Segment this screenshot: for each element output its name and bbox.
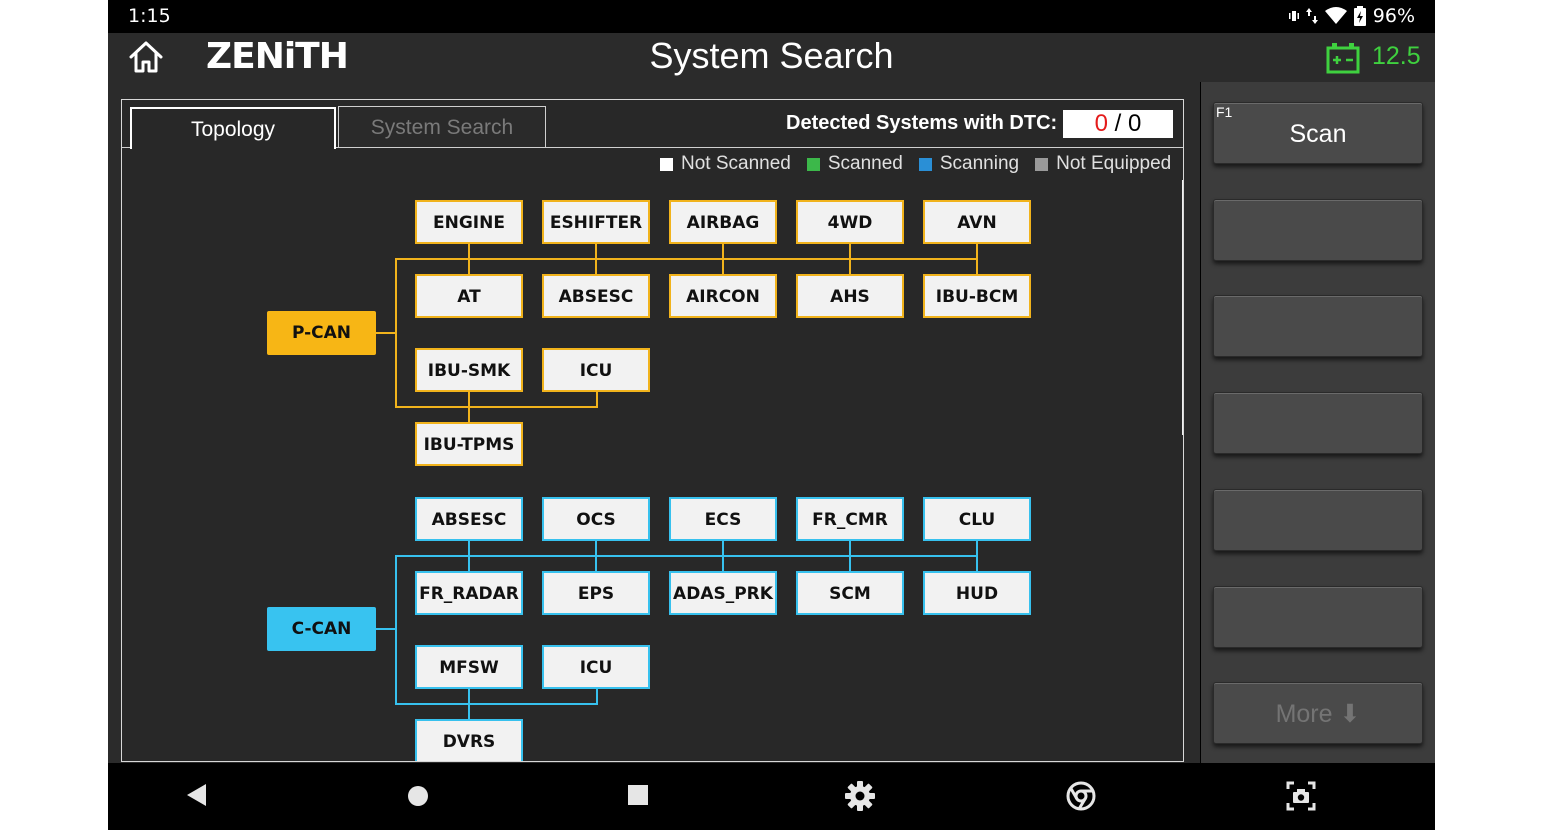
dtc-separator: / bbox=[1114, 110, 1122, 137]
ccan-icu-drop bbox=[596, 687, 598, 705]
pcan-col3-drop bbox=[722, 242, 724, 274]
pcan-col4-drop bbox=[849, 242, 851, 274]
module-absesc-ccan[interactable]: ABSESC bbox=[415, 497, 523, 541]
home-nav-icon[interactable] bbox=[406, 781, 430, 809]
scan-button[interactable]: F1 Scan bbox=[1213, 102, 1423, 164]
module-icu-pcan[interactable]: ICU bbox=[542, 348, 650, 392]
vibrate-icon bbox=[1288, 11, 1299, 21]
function-button-4[interactable] bbox=[1213, 392, 1423, 454]
topology-panel: Topology System Search Detected Systems … bbox=[121, 99, 1184, 762]
legend-label-scanning: Scanning bbox=[939, 153, 1020, 174]
legend-label-not-scanned: Not Scanned bbox=[681, 153, 791, 174]
function-button-5[interactable] bbox=[1213, 489, 1423, 551]
module-eshifter[interactable]: ESHIFTER bbox=[542, 200, 650, 244]
data-arrows-icon bbox=[1305, 8, 1318, 24]
back-icon[interactable] bbox=[184, 781, 208, 809]
function-button-3[interactable] bbox=[1213, 295, 1423, 357]
module-airbag[interactable]: AIRBAG bbox=[669, 200, 777, 244]
bus-pcan[interactable]: P-CAN bbox=[267, 311, 376, 355]
module-absesc-pcan[interactable]: ABSESC bbox=[542, 274, 650, 318]
pcan-tpms-drop bbox=[468, 390, 470, 422]
legend-label-scanned: Scanned bbox=[827, 153, 903, 174]
tab-active-gap bbox=[132, 146, 334, 149]
more-button[interactable]: More ⬇ bbox=[1213, 682, 1423, 744]
module-ecs[interactable]: ECS bbox=[669, 497, 777, 541]
battery-status-icon bbox=[1353, 6, 1366, 26]
device-screen: 1:15 96% ZENiTH System Search 12.5 Topol… bbox=[108, 0, 1435, 830]
tab-topology[interactable]: Topology bbox=[130, 107, 336, 149]
legend-swatch-not-equipped bbox=[1035, 157, 1049, 171]
pcan-col5-drop bbox=[976, 242, 978, 274]
module-4wd[interactable]: 4WD bbox=[796, 200, 904, 244]
module-fr-cmr[interactable]: FR_CMR bbox=[796, 497, 904, 541]
module-adas-prk[interactable]: ADAS_PRK bbox=[669, 571, 777, 615]
status-time: 1:15 bbox=[128, 5, 171, 27]
pcan-bottom-line bbox=[395, 406, 598, 408]
module-hud[interactable]: HUD bbox=[923, 571, 1031, 615]
vehicle-battery-icon bbox=[1326, 43, 1360, 74]
module-ibu-bcm[interactable]: IBU-BCM bbox=[923, 274, 1031, 318]
dtc-total-count: 0 bbox=[1128, 110, 1142, 137]
recent-apps-icon[interactable] bbox=[626, 781, 650, 809]
legend-swatch-not-scanned bbox=[660, 157, 673, 171]
module-avn[interactable]: AVN bbox=[923, 200, 1031, 244]
ccan-col4-drop bbox=[849, 539, 851, 571]
ccan-trunk-line bbox=[395, 555, 397, 705]
module-icu-ccan[interactable]: ICU bbox=[542, 645, 650, 689]
ccan-col3-drop bbox=[722, 539, 724, 571]
pcan-top-line bbox=[395, 258, 978, 260]
module-mfsw[interactable]: MFSW bbox=[415, 645, 523, 689]
topology-scrollbar[interactable] bbox=[1182, 180, 1183, 435]
battery-voltage: 12.5 bbox=[1372, 42, 1421, 70]
module-ibu-smk[interactable]: IBU-SMK bbox=[415, 348, 523, 392]
pcan-col1-drop bbox=[468, 242, 470, 274]
module-at[interactable]: AT bbox=[415, 274, 523, 318]
module-ocs[interactable]: OCS bbox=[542, 497, 650, 541]
legend-swatch-scanned bbox=[806, 157, 820, 171]
ccan-col1-drop bbox=[468, 539, 470, 571]
module-engine[interactable]: ENGINE bbox=[415, 200, 523, 244]
ccan-col5-drop bbox=[976, 539, 978, 571]
module-clu[interactable]: CLU bbox=[923, 497, 1031, 541]
ccan-top-line bbox=[395, 555, 978, 557]
function-button-2[interactable] bbox=[1213, 199, 1423, 261]
module-eps[interactable]: EPS bbox=[542, 571, 650, 615]
function-key-panel: F1 Scan More ⬇ bbox=[1201, 82, 1435, 763]
battery-percent: 96% bbox=[1372, 5, 1415, 27]
pcan-icu-drop bbox=[596, 390, 598, 408]
browser-icon[interactable] bbox=[1066, 781, 1096, 811]
ccan-dvrs-drop bbox=[468, 687, 470, 719]
function-button-6[interactable] bbox=[1213, 586, 1423, 648]
status-legend: Not Scanned Scanned Scanning Not Equippe… bbox=[652, 153, 1171, 175]
module-scm[interactable]: SCM bbox=[796, 571, 904, 615]
module-ahs[interactable]: AHS bbox=[796, 274, 904, 318]
legend-swatch-scanning bbox=[918, 157, 932, 171]
pcan-col2-drop bbox=[595, 242, 597, 274]
dtc-detected-count: 0 bbox=[1094, 110, 1108, 137]
wifi-icon bbox=[1324, 7, 1347, 24]
legend-label-not-equipped: Not Equipped bbox=[1056, 153, 1172, 174]
status-icons: 96% bbox=[1288, 5, 1415, 27]
ccan-col2-drop bbox=[595, 539, 597, 571]
main-area: Topology System Search Detected Systems … bbox=[108, 82, 1200, 763]
status-bar: 1:15 96% bbox=[108, 0, 1435, 33]
dtc-counter: 0 / 0 bbox=[1063, 110, 1173, 138]
navigation-bar bbox=[108, 763, 1435, 830]
page-title: System Search bbox=[649, 35, 894, 76]
bus-ccan[interactable]: C-CAN bbox=[267, 607, 376, 651]
module-ibu-tpms[interactable]: IBU-TPMS bbox=[415, 422, 523, 466]
more-button-label: More ⬇ bbox=[1275, 700, 1361, 728]
scan-button-label: Scan bbox=[1289, 120, 1347, 148]
settings-gear-icon[interactable] bbox=[845, 781, 875, 811]
dtc-label: Detected Systems with DTC: bbox=[786, 112, 1058, 134]
app-header: ZENiTH System Search 12.5 bbox=[108, 33, 1435, 82]
screenshot-icon[interactable] bbox=[1286, 781, 1316, 811]
module-dvrs[interactable]: DVRS bbox=[415, 719, 523, 761]
ccan-bottom-line bbox=[395, 703, 598, 705]
module-aircon[interactable]: AIRCON bbox=[669, 274, 777, 318]
module-fr-radar[interactable]: FR_RADAR bbox=[415, 571, 523, 615]
tab-system-search[interactable]: System Search bbox=[338, 106, 546, 148]
